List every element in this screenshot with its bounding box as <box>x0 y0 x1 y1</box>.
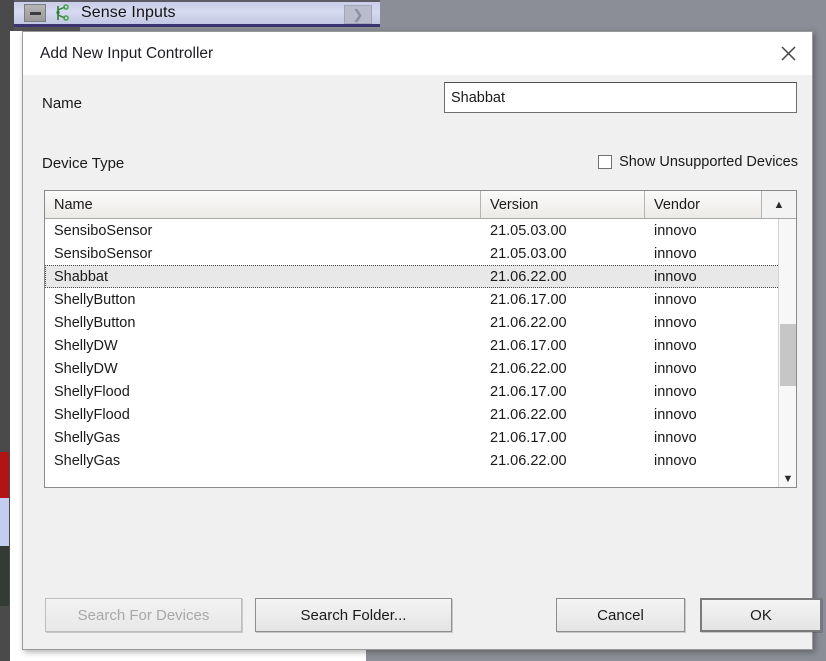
device-rows-viewport: SensiboSensor 21.05.03.00 innovo SensiboSen… <box>45 219 796 487</box>
name-label: Name <box>42 95 83 112</box>
cell-vendor: innovo <box>654 291 697 308</box>
table-row[interactable]: ShellyGas 21.06.22.00 innovo <box>45 449 796 472</box>
ok-button[interactable]: OK <box>700 598 822 632</box>
table-row[interactable]: ShellyGas 21.06.17.00 innovo <box>45 426 796 449</box>
search-for-devices-button[interactable]: Search For Devices <box>45 598 242 632</box>
cell-name: ShellyDW <box>54 337 118 354</box>
edge-accent-dark <box>0 546 9 606</box>
minus-icon[interactable] <box>24 4 46 22</box>
cell-name: ShellyGas <box>54 452 121 469</box>
show-unsupported-devices-checkbox[interactable] <box>598 155 613 169</box>
table-row[interactable]: ShellyFlood 21.06.22.00 innovo <box>45 403 796 426</box>
cell-vendor: innovo <box>654 383 697 400</box>
search-folder-button[interactable]: Search Folder... <box>255 598 452 632</box>
cell-name: ShellyFlood <box>54 383 130 400</box>
sense-inputs-titlebar[interactable]: Sense Inputs ❯ <box>14 2 380 27</box>
table-row[interactable]: ShellyButton 21.06.17.00 innovo <box>45 288 796 311</box>
show-unsupported-devices-label: Show Unsupported Devices <box>619 154 798 170</box>
cell-version: 21.06.22.00 <box>490 314 567 331</box>
cell-vendor: innovo <box>654 360 697 377</box>
cell-vendor: innovo <box>654 337 697 354</box>
sense-inputs-title: Sense Inputs <box>81 4 176 21</box>
cell-vendor: innovo <box>654 406 697 423</box>
cell-version: 21.06.17.00 <box>490 291 567 308</box>
device-list-scrollbar[interactable]: ▼ <box>778 219 796 487</box>
chevron-right-icon[interactable]: ❯ <box>344 5 372 24</box>
chevron-up-icon[interactable]: ▲ <box>762 191 796 218</box>
table-row[interactable]: ShellyFlood 21.06.17.00 innovo <box>45 380 796 403</box>
cancel-button[interactable]: Cancel <box>556 598 685 632</box>
cell-version: 21.06.17.00 <box>490 337 567 354</box>
cell-name: ShellyGas <box>54 429 121 446</box>
cell-vendor: innovo <box>654 268 697 285</box>
cell-vendor: innovo <box>654 429 697 446</box>
cell-version: 21.06.22.00 <box>490 268 567 285</box>
edge-accent-red <box>0 452 9 498</box>
device-list[interactable]: Name Version Vendor ▲ SensiboSensor 21.05… <box>44 190 797 488</box>
show-unsupported-devices-row[interactable]: Show Unsupported Devices <box>598 154 798 170</box>
table-row[interactable]: SensiboSensor 21.05.03.00 innovo <box>45 219 796 242</box>
column-header-vendor[interactable]: Vendor <box>645 191 762 218</box>
name-input[interactable] <box>444 82 797 113</box>
scrollbar-thumb[interactable] <box>780 324 796 386</box>
cell-name: ShellyButton <box>54 314 136 331</box>
add-new-input-controller-dialog: Add New Input Controller Name Device Typ… <box>22 31 822 650</box>
cell-version: 21.06.22.00 <box>490 452 567 469</box>
sense-inputs-window: Sense Inputs ❯ <box>14 0 380 31</box>
table-row[interactable]: Shabbat 21.06.22.00 innovo <box>45 265 796 288</box>
dialog-header: Add New Input Controller <box>23 32 812 75</box>
close-icon[interactable] <box>766 34 810 73</box>
column-header-name[interactable]: Name <box>45 191 481 218</box>
table-row[interactable]: SensiboSensor 21.05.03.00 innovo <box>45 242 796 265</box>
cell-name: ShellyButton <box>54 291 136 308</box>
dialog-title: Add New Input Controller <box>40 44 214 62</box>
edge-accent-blue <box>0 498 9 546</box>
cell-version: 21.06.22.00 <box>490 360 567 377</box>
node-graph-icon <box>55 4 71 22</box>
cell-vendor: innovo <box>654 245 697 262</box>
table-row[interactable]: ShellyButton 21.06.22.00 innovo <box>45 311 796 334</box>
device-type-label: Device Type <box>42 155 125 172</box>
cell-version: 21.05.03.00 <box>490 222 567 239</box>
cell-vendor: innovo <box>654 452 697 469</box>
cell-version: 21.06.22.00 <box>490 406 567 423</box>
cell-version: 21.06.17.00 <box>490 429 567 446</box>
minus-icon-bar <box>29 11 41 15</box>
column-header-version[interactable]: Version <box>481 191 645 218</box>
cell-version: 21.05.03.00 <box>490 245 567 262</box>
cell-name: ShellyDW <box>54 360 118 377</box>
cell-vendor: innovo <box>654 314 697 331</box>
cell-name: SensiboSensor <box>54 222 153 239</box>
device-list-header: Name Version Vendor ▲ <box>45 191 796 219</box>
cell-version: 21.06.17.00 <box>490 383 567 400</box>
table-row[interactable]: ShellyDW 21.06.17.00 innovo <box>45 334 796 357</box>
cell-name: Shabbat <box>54 268 109 285</box>
table-row[interactable]: ShellyDW 21.06.22.00 innovo <box>45 357 796 380</box>
cell-name: SensiboSensor <box>54 245 153 262</box>
cell-name: ShellyFlood <box>54 406 130 423</box>
chevron-down-icon[interactable]: ▼ <box>779 473 796 485</box>
cell-vendor: innovo <box>654 222 697 239</box>
